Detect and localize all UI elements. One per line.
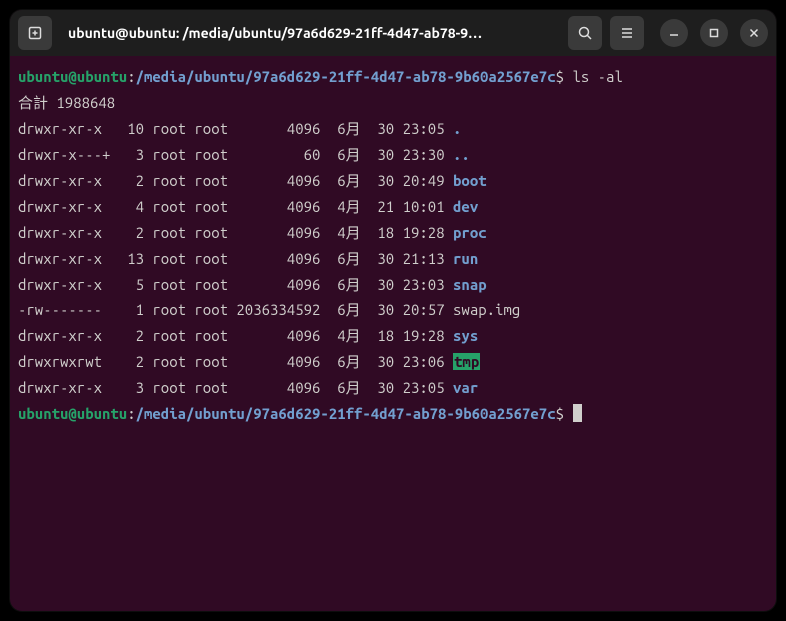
listing-row: drwxr-xr-x 2 root root 4096 4月 18 19:28 … [18,323,768,349]
menu-button[interactable] [610,16,644,50]
file-name: run [453,250,478,267]
file-name: swap.img [453,301,520,318]
terminal-window: ubuntu@ubuntu: /media/ubuntu/97a6d629-21… [10,10,776,611]
close-button[interactable] [740,19,768,47]
file-name: proc [453,224,487,241]
cursor [573,404,582,422]
prompt-sep: : [127,405,135,422]
window-title: ubuntu@ubuntu: /media/ubuntu/97a6d629-21… [60,25,560,41]
terminal-output[interactable]: ubuntu@ubuntu:/media/ubuntu/97a6d629-21f… [10,56,776,611]
prompt-path: /media/ubuntu/97a6d629-21ff-4d47-ab78-9b… [136,68,556,85]
listing-row: drwxr-xr-x 5 root root 4096 6月 30 23:03 … [18,272,768,298]
new-tab-icon [27,25,43,41]
listing-row: drwxr-xr-x 4 root root 4096 4月 21 10:01 … [18,194,768,220]
prompt-sep: : [127,68,135,85]
file-name: dev [453,198,478,215]
maximize-icon [708,27,720,39]
maximize-button[interactable] [700,19,728,47]
titlebar: ubuntu@ubuntu: /media/ubuntu/97a6d629-21… [10,10,776,56]
minimize-icon [668,27,680,39]
new-tab-button[interactable] [18,16,52,50]
command-text: ls -al [572,68,622,85]
search-icon [577,25,593,41]
listing-row: drwxr-xr-x 13 root root 4096 6月 30 21:13… [18,246,768,272]
minimize-button[interactable] [660,19,688,47]
listing-row: -rw------- 1 root root 2036334592 6月 30 … [18,297,768,323]
prompt-user: ubuntu@ubuntu [18,405,127,422]
file-name: boot [453,172,487,189]
listing-row: drwxrwxrwt 2 root root 4096 6月 30 23:06 … [18,349,768,375]
file-name: snap [453,276,487,293]
listing-row: drwxr-xr-x 3 root root 4096 6月 30 23:05 … [18,375,768,401]
listing-row: drwxr-xr-x 2 root root 4096 4月 18 19:28 … [18,220,768,246]
file-name: tmp [453,353,480,370]
file-name: .. [453,146,470,163]
file-name: . [453,120,461,137]
prompt-path: /media/ubuntu/97a6d629-21ff-4d47-ab78-9b… [136,405,556,422]
prompt-symbol: $ [556,68,564,85]
listing-row: drwxr-x---+ 3 root root 60 6月 30 23:30 .… [18,142,768,168]
prompt-user: ubuntu@ubuntu [18,68,127,85]
listing-row: drwxr-xr-x 10 root root 4096 6月 30 23:05… [18,116,768,142]
close-icon [748,27,760,39]
file-name: var [453,379,478,396]
file-name: sys [453,327,478,344]
search-button[interactable] [568,16,602,50]
prompt-line: ubuntu@ubuntu:/media/ubuntu/97a6d629-21f… [18,64,768,90]
hamburger-icon [619,25,635,41]
listing-row: drwxr-xr-x 2 root root 4096 6月 30 20:49 … [18,168,768,194]
total-line: 合計 1988648 [18,90,768,116]
prompt-line-idle: ubuntu@ubuntu:/media/ubuntu/97a6d629-21f… [18,401,768,427]
prompt-symbol: $ [556,405,564,422]
listing: drwxr-xr-x 10 root root 4096 6月 30 23:05… [18,116,768,401]
window-controls [660,19,768,47]
